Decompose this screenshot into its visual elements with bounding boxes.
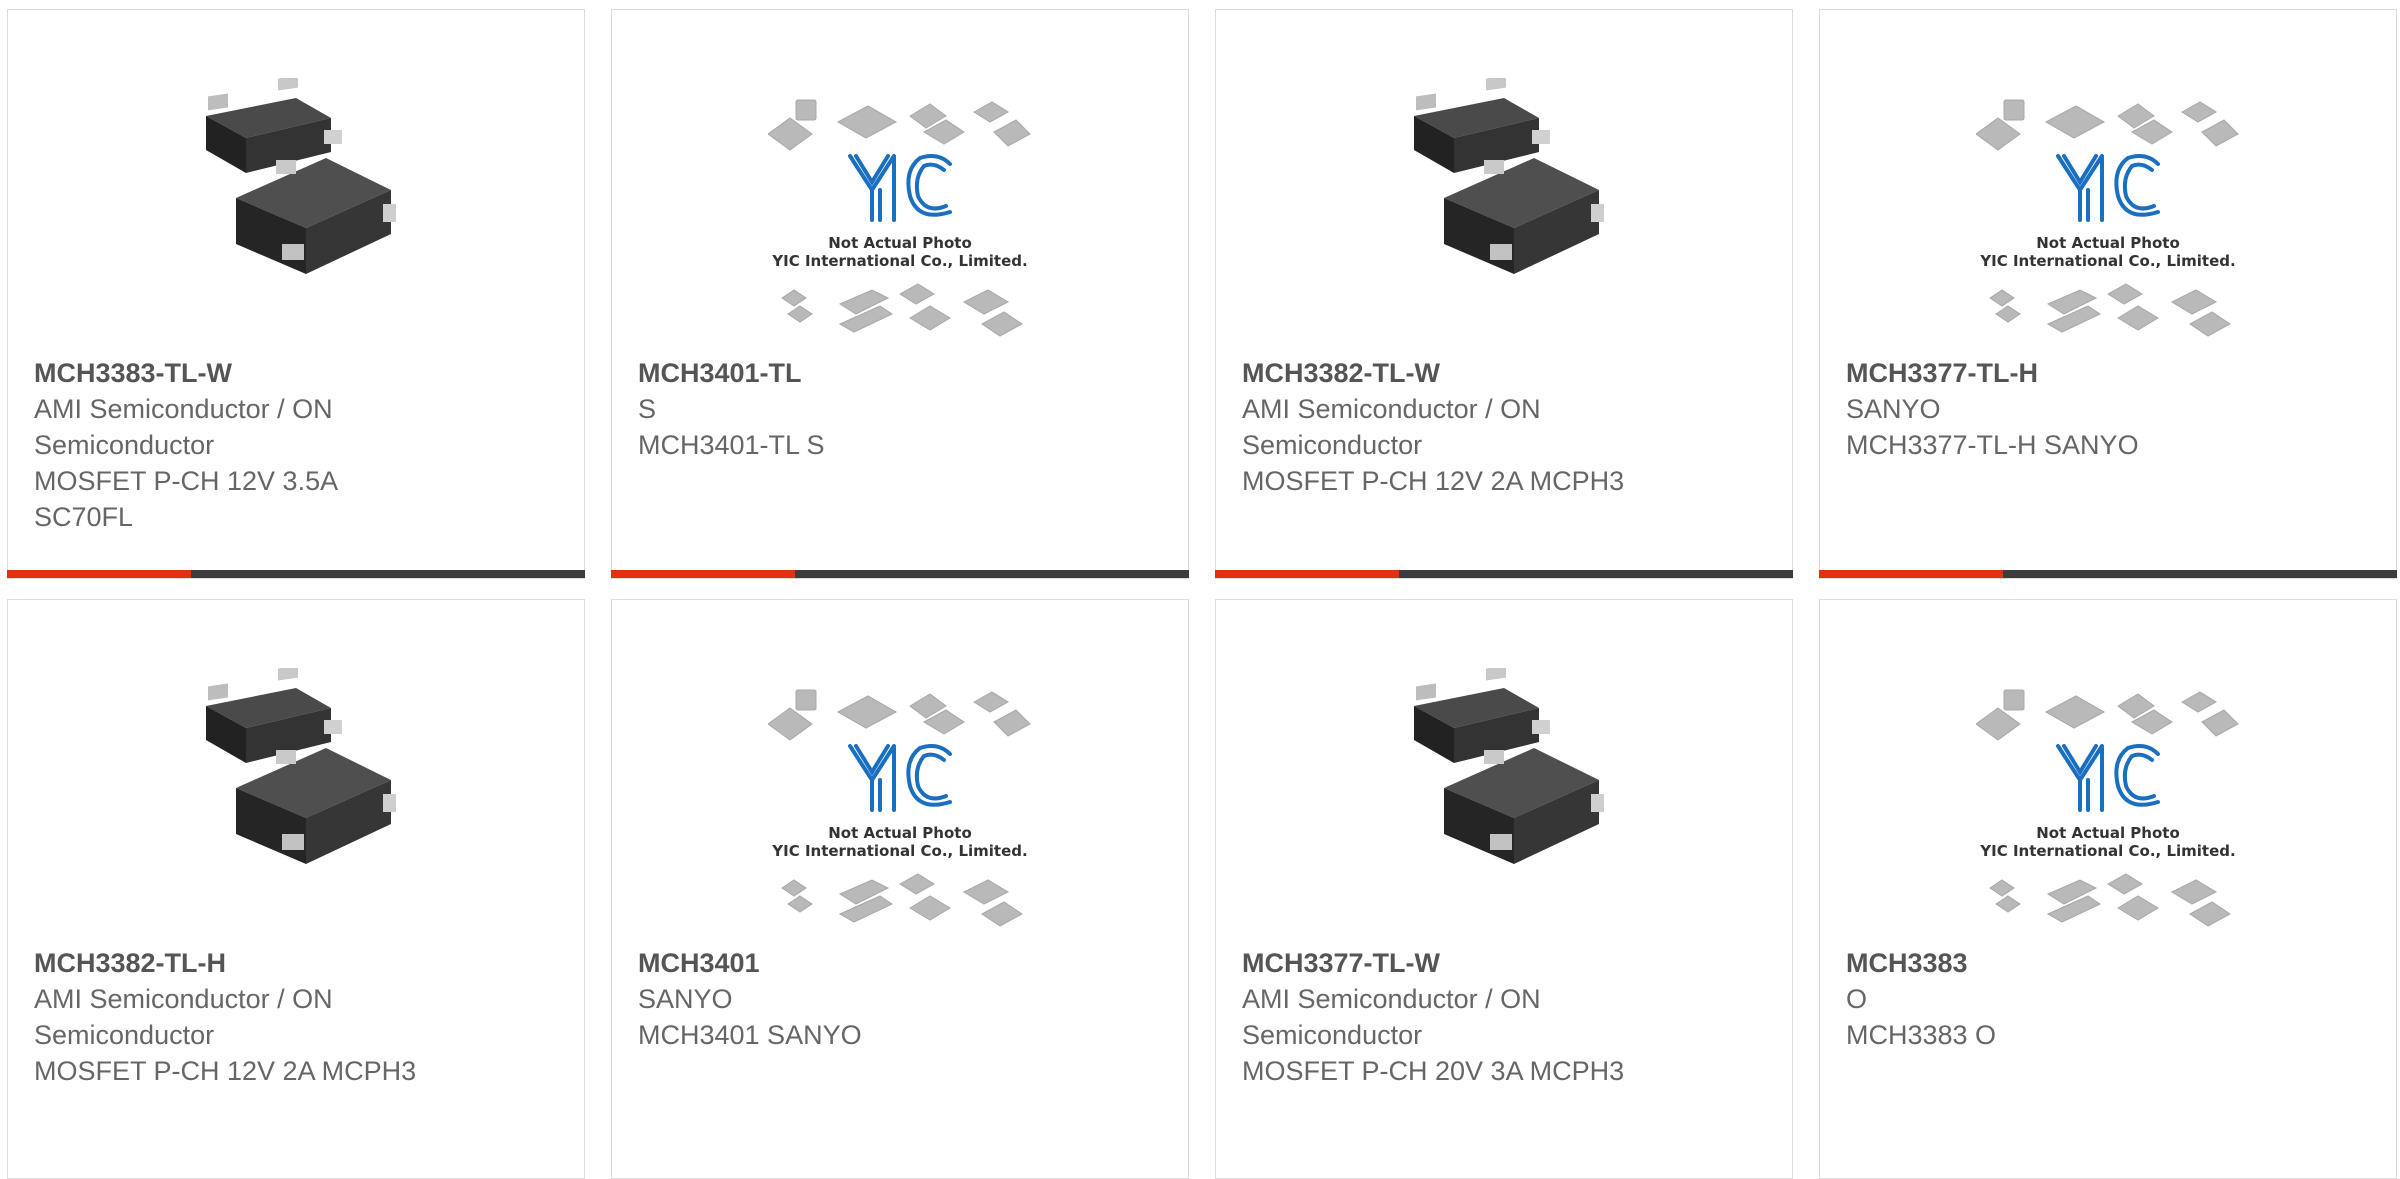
- card-accent-bar: [1819, 570, 2003, 578]
- yic-placeholder-image: Not Actual Photo YIC International Co., …: [1976, 689, 2239, 927]
- placeholder-caption-2: YIC International Co., Limited.: [771, 252, 1027, 270]
- product-image-area[interactable]: Not Actual Photo YIC International Co., …: [612, 10, 1188, 355]
- product-desc-line: Semiconductor: [34, 430, 215, 460]
- product-desc-line: O: [1846, 984, 1868, 1014]
- card-bottom-bar: [611, 570, 1189, 578]
- product-image-area[interactable]: [8, 10, 584, 355]
- product-part-number[interactable]: MCH3383: [1846, 945, 2376, 981]
- product-desc-line: Semiconductor: [1242, 1020, 1423, 1050]
- product-desc-line: AMI Semiconductor / ON: [1242, 394, 1541, 424]
- product-image-area[interactable]: Not Actual Photo YIC International Co., …: [612, 600, 1188, 945]
- placeholder-caption-1: Not Actual Photo: [2036, 824, 2180, 842]
- product-card[interactable]: Not Actual Photo YIC International Co., …: [1819, 599, 2397, 1179]
- product-desc-line: AMI Semiconductor / ON: [1242, 984, 1541, 1014]
- product-desc-line: MOSFET P-CH 12V 2A MCPH3: [1242, 466, 1625, 496]
- chip-package-image: [1414, 78, 1604, 274]
- placeholder-caption-1: Not Actual Photo: [2036, 234, 2180, 252]
- product-part-number[interactable]: MCH3401-TL: [638, 355, 1168, 391]
- product-part-number[interactable]: MCH3401: [638, 945, 1168, 981]
- product-desc-line: S: [638, 394, 657, 424]
- card-accent-bar: [611, 570, 795, 578]
- product-part-number[interactable]: MCH3377-TL-H: [1846, 355, 2376, 391]
- product-card[interactable]: MCH3382-TL-H AMI Semiconductor / ON Semi…: [7, 599, 585, 1179]
- chip-package-image: [206, 668, 396, 864]
- product-part-number[interactable]: MCH3383-TL-W: [34, 355, 564, 391]
- product-desc-line: Semiconductor: [1242, 430, 1423, 460]
- product-desc-line: MCH3383 O: [1846, 1020, 1997, 1050]
- product-part-number[interactable]: MCH3382-TL-W: [1242, 355, 1772, 391]
- product-desc-line: Semiconductor: [34, 1020, 215, 1050]
- product-card[interactable]: MCH3377-TL-W AMI Semiconductor / ON Semi…: [1215, 599, 1793, 1179]
- placeholder-caption-2: YIC International Co., Limited.: [1979, 842, 2235, 860]
- product-desc-line: SANYO: [638, 984, 733, 1014]
- yic-placeholder-image: Not Actual Photo YIC International Co., …: [768, 99, 1031, 337]
- card-accent-bar: [7, 570, 191, 578]
- placeholder-caption-2: YIC International Co., Limited.: [1979, 252, 2235, 270]
- card-bottom-bar: [7, 570, 585, 578]
- product-card[interactable]: Not Actual Photo YIC International Co., …: [1819, 9, 2397, 579]
- yic-placeholder-image: Not Actual Photo YIC International Co., …: [768, 689, 1031, 927]
- chip-package-image: [1414, 668, 1604, 864]
- product-card[interactable]: Not Actual Photo YIC International Co., …: [611, 599, 1189, 1179]
- product-card[interactable]: MCH3382-TL-W AMI Semiconductor / ON Semi…: [1215, 9, 1793, 579]
- product-desc-line: MOSFET P-CH 20V 3A MCPH3: [1242, 1056, 1625, 1086]
- product-part-number[interactable]: MCH3377-TL-W: [1242, 945, 1772, 981]
- product-image-area[interactable]: Not Actual Photo YIC International Co., …: [1820, 600, 2396, 945]
- product-image-area[interactable]: [1216, 600, 1792, 945]
- card-accent-bar: [1215, 570, 1399, 578]
- card-bottom-bar: [1215, 570, 1793, 578]
- placeholder-caption-1: Not Actual Photo: [828, 234, 972, 252]
- product-image-area[interactable]: [8, 600, 584, 945]
- product-image-area[interactable]: [1216, 10, 1792, 355]
- product-card[interactable]: Not Actual Photo YIC International Co., …: [611, 9, 1189, 579]
- product-desc-line: AMI Semiconductor / ON: [34, 394, 333, 424]
- yic-placeholder-image: Not Actual Photo YIC International Co., …: [1976, 99, 2239, 337]
- chip-package-image: [206, 78, 396, 274]
- product-card[interactable]: MCH3383-TL-W AMI Semiconductor / ON Semi…: [7, 9, 585, 579]
- placeholder-caption-2: YIC International Co., Limited.: [771, 842, 1027, 860]
- product-desc-line: MCH3401 SANYO: [638, 1020, 862, 1050]
- placeholder-caption-1: Not Actual Photo: [828, 824, 972, 842]
- product-desc-line: MOSFET P-CH 12V 2A MCPH3: [34, 1056, 417, 1086]
- product-part-number[interactable]: MCH3382-TL-H: [34, 945, 564, 981]
- product-desc-line: MCH3401-TL S: [638, 430, 825, 460]
- card-bottom-bar: [1819, 570, 2397, 578]
- product-desc-line: AMI Semiconductor / ON: [34, 984, 333, 1014]
- product-image-area[interactable]: Not Actual Photo YIC International Co., …: [1820, 10, 2396, 355]
- product-desc-line: MCH3377-TL-H SANYO: [1846, 430, 2139, 460]
- product-desc-line: SANYO: [1846, 394, 1941, 424]
- product-desc-line: MOSFET P-CH 12V 3.5A: [34, 466, 339, 496]
- product-desc-line: SC70FL: [34, 502, 134, 532]
